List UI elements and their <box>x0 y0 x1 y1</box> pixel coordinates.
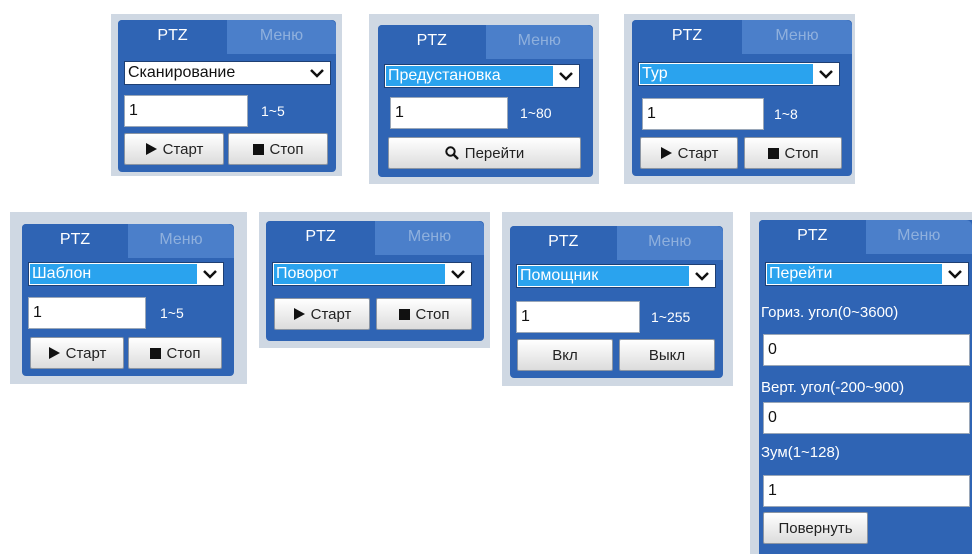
chevron-down-icon[interactable] <box>201 265 219 283</box>
rotate-button-label: Повернуть <box>778 519 853 537</box>
mode-select-value: Предустановка <box>386 66 553 86</box>
tilt-angle-input[interactable]: 0 <box>763 402 970 434</box>
zoom-input[interactable]: 1 <box>763 475 970 507</box>
tab-ptz[interactable]: PTZ <box>632 20 742 54</box>
tab-menu[interactable]: Меню <box>375 221 484 255</box>
start-button[interactable]: Старт <box>274 298 370 330</box>
off-button[interactable]: Выкл <box>619 339 715 371</box>
zoom-label: Зум(1~128) <box>761 444 840 461</box>
mode-select-value: Сканирование <box>128 64 236 81</box>
play-icon <box>145 143 157 155</box>
tab-menu[interactable]: Меню <box>616 226 723 260</box>
rotate-button[interactable]: Повернуть <box>763 512 868 544</box>
chevron-down-icon[interactable] <box>557 67 575 85</box>
mode-select-value: Тур <box>640 64 813 84</box>
stop-square-icon <box>252 143 264 155</box>
tab-ptz[interactable]: PTZ <box>378 25 486 59</box>
tab-menu[interactable]: Меню <box>485 25 593 59</box>
tab-ptz[interactable]: PTZ <box>266 221 375 255</box>
stop-square-icon <box>398 308 410 320</box>
stop-button[interactable]: Стоп <box>228 133 328 165</box>
tour-number-input[interactable]: 1 <box>642 98 764 130</box>
pan-angle-label: Гориз. угол(0~3600) <box>761 304 899 321</box>
on-button[interactable]: Вкл <box>517 339 613 371</box>
scan-number-input[interactable]: 1 <box>124 95 248 127</box>
chevron-down-icon[interactable] <box>449 265 467 283</box>
range-label: 1~8 <box>774 106 798 122</box>
mode-select[interactable]: Поворот <box>272 262 472 286</box>
mode-select[interactable]: Перейти <box>765 262 969 286</box>
mode-select[interactable]: Помощник <box>516 264 716 288</box>
ptz-panel-preset: PTZ Меню Предустановка 1 1~80 Перейти <box>378 25 593 177</box>
tilt-angle-label: Верт. угол(-200~900) <box>761 379 905 396</box>
mode-select[interactable]: Шаблон <box>28 262 224 286</box>
chevron-down-icon[interactable] <box>693 267 711 285</box>
ptz-panel-tour: PTZ Меню Тур 1 1~8 Старт Стоп <box>632 20 852 176</box>
ptz-panel-goto: PTZ Меню Перейти Гориз. угол(0~3600) 0 В… <box>759 220 972 554</box>
stop-button[interactable]: Стоп <box>744 137 842 169</box>
pattern-number-input[interactable]: 1 <box>28 297 146 329</box>
range-label: 1~5 <box>261 103 285 119</box>
mode-select-value: Перейти <box>767 264 942 284</box>
start-button-label: Старт <box>162 140 204 158</box>
tab-menu[interactable]: Меню <box>865 220 972 254</box>
play-icon <box>293 308 305 320</box>
start-button[interactable]: Старт <box>124 133 224 165</box>
mode-select[interactable]: Сканирование <box>124 61 331 85</box>
stop-square-icon <box>149 347 161 359</box>
tab-ptz[interactable]: PTZ <box>22 224 128 258</box>
pan-angle-input[interactable]: 0 <box>763 334 970 366</box>
tab-ptz[interactable]: PTZ <box>510 226 617 260</box>
mode-select[interactable]: Тур <box>638 62 840 86</box>
tab-ptz[interactable]: PTZ <box>759 220 866 254</box>
stop-button[interactable]: Стоп <box>128 337 222 369</box>
mode-select-value: Поворот <box>274 264 445 284</box>
stop-button-label: Стоп <box>269 140 304 158</box>
start-button-label: Старт <box>65 344 107 362</box>
off-button-label: Выкл <box>648 346 686 364</box>
range-label: 1~255 <box>651 309 691 325</box>
ptz-panel-assist: PTZ Меню Помощник 1 1~255 Вкл Выкл <box>510 226 723 378</box>
stop-button[interactable]: Стоп <box>376 298 472 330</box>
on-button-label: Вкл <box>552 346 578 364</box>
stop-button-label: Стоп <box>415 305 450 323</box>
go-button-label: Перейти <box>464 144 525 162</box>
stop-button-label: Стоп <box>166 344 201 362</box>
assist-number-input[interactable]: 1 <box>516 301 640 333</box>
stop-square-icon <box>767 147 779 159</box>
play-icon <box>48 347 60 359</box>
ptz-panel-pattern: PTZ Меню Шаблон 1 1~5 Старт Стоп <box>22 224 234 376</box>
ptz-panel-scan: PTZ Меню Сканирование 1 1~5 Старт Стоп <box>118 20 336 172</box>
range-label: 1~5 <box>160 305 184 321</box>
search-icon <box>445 146 459 160</box>
mode-select-value: Помощник <box>518 266 689 286</box>
ptz-panel-rotate: PTZ Меню Поворот Старт Стоп <box>266 221 484 341</box>
start-button-label: Старт <box>310 305 352 323</box>
range-label: 1~80 <box>520 105 552 121</box>
mode-select[interactable]: Предустановка <box>384 64 580 88</box>
tab-ptz[interactable]: PTZ <box>118 20 227 54</box>
start-button-label: Старт <box>677 144 719 162</box>
start-button[interactable]: Старт <box>30 337 124 369</box>
go-button[interactable]: Перейти <box>388 137 581 169</box>
start-button[interactable]: Старт <box>640 137 738 169</box>
chevron-down-icon[interactable] <box>817 65 835 83</box>
preset-number-input[interactable]: 1 <box>390 97 508 129</box>
tab-menu[interactable]: Меню <box>227 20 336 54</box>
play-icon <box>660 147 672 159</box>
tab-menu[interactable]: Меню <box>128 224 234 258</box>
chevron-down-icon[interactable] <box>308 64 326 82</box>
mode-select-value: Шаблон <box>30 264 197 284</box>
chevron-down-icon[interactable] <box>946 265 964 283</box>
tab-menu[interactable]: Меню <box>742 20 852 54</box>
stop-button-label: Стоп <box>784 144 819 162</box>
